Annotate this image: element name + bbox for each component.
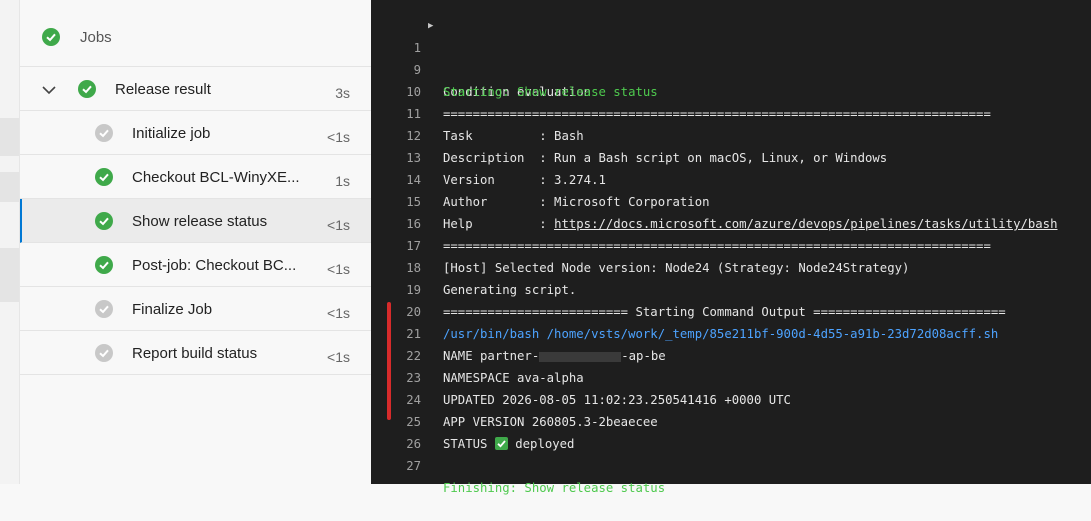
step-row-post-job-checkout[interactable]: Post-job: Checkout BC... <1s — [20, 243, 372, 287]
success-check-icon — [78, 80, 96, 98]
log-output-panel[interactable]: 1 ▶ Condition evaluation 9 Starting: Sho… — [371, 0, 1091, 495]
step-label: Finalize Job — [132, 301, 213, 318]
success-check-icon — [95, 256, 113, 274]
step-duration: 1s — [335, 173, 350, 189]
log-line: 25 STATUS deployed — [371, 389, 1091, 451]
log-line: 16 =====================================… — [371, 191, 1091, 253]
log-line: 27 Finishing: Show release status — [371, 433, 1091, 495]
chevron-down-icon[interactable] — [42, 82, 56, 100]
log-line: 10 =====================================… — [371, 59, 1091, 121]
jobs-title: Jobs — [80, 29, 112, 46]
log-line: 18 Generating script. — [371, 235, 1091, 297]
step-label: Post-job: Checkout BC... — [132, 257, 297, 274]
step-duration: <1s — [327, 217, 350, 233]
step-duration: <1s — [327, 261, 350, 277]
release-result-label: Release result — [115, 81, 211, 98]
log-line: 1 ▶ Condition evaluation — [371, 15, 1091, 99]
left-strip — [0, 0, 19, 484]
log-line: 13 Version : 3.274.1 — [371, 125, 1091, 187]
strip-block — [0, 172, 19, 202]
step-row-checkout[interactable]: Checkout BCL-WinyXE... 1s — [20, 155, 372, 199]
log-line: 9 Starting: Show release status — [371, 37, 1091, 99]
skipped-check-icon — [95, 344, 113, 362]
jobs-panel: Jobs Release result 3s Initialize job <1… — [19, 0, 372, 484]
log-line: 15 Help : https://docs.microsoft.com/azu… — [371, 169, 1091, 231]
step-label: Initialize job — [132, 125, 211, 142]
step-duration: <1s — [327, 129, 350, 145]
log-line: 12 Description : Run a Bash script on ma… — [371, 103, 1091, 165]
log-line: 11 Task : Bash — [371, 81, 1091, 143]
step-label: Checkout BCL-WinyXE... — [132, 169, 300, 186]
skipped-check-icon — [95, 300, 113, 318]
success-check-icon — [42, 28, 60, 46]
expand-triangle-icon[interactable]: ▶ — [428, 15, 433, 37]
log-line: 14 Author : Microsoft Corporation — [371, 147, 1091, 209]
step-duration: <1s — [327, 349, 350, 365]
step-row-finalize-job[interactable]: Finalize Job <1s — [20, 287, 372, 331]
strip-block — [0, 118, 19, 156]
step-row-show-release-status[interactable]: Show release status <1s — [20, 199, 372, 243]
step-label: Report build status — [132, 345, 258, 362]
jobs-header[interactable]: Jobs — [20, 0, 372, 67]
release-result-row[interactable]: Release result 3s — [20, 67, 372, 111]
step-row-report-build-status[interactable]: Report build status <1s — [20, 331, 372, 375]
step-duration: <1s — [327, 305, 350, 321]
success-check-icon — [95, 212, 113, 230]
step-row-initialize-job[interactable]: Initialize job <1s — [20, 111, 372, 155]
skipped-check-icon — [95, 124, 113, 142]
release-duration: 3s — [335, 85, 350, 101]
line-number: 27 — [406, 459, 421, 473]
log-line: 19 ========================= Starting Co… — [371, 257, 1091, 319]
strip-block — [0, 248, 19, 302]
log-line: 26 — [371, 411, 1091, 451]
step-label: Show release status — [132, 213, 268, 230]
success-check-icon — [95, 168, 113, 186]
log-line: 17 [Host] Selected Node version: Node24 … — [371, 213, 1091, 275]
log-line: 23 UPDATED 2026-08-05 11:02:23.250541416… — [371, 345, 1091, 407]
log-text: Finishing: Show release status — [443, 481, 666, 495]
log-line: 24 APP VERSION 260805.3-2beaecee — [371, 367, 1091, 429]
log-line: 21 NAME partner- -ap-be — [371, 301, 1091, 363]
log-line: 20 /usr/bin/bash /home/vsts/work/_temp/8… — [371, 279, 1091, 341]
log-line: 22 NAMESPACE ava-alpha — [371, 323, 1091, 385]
